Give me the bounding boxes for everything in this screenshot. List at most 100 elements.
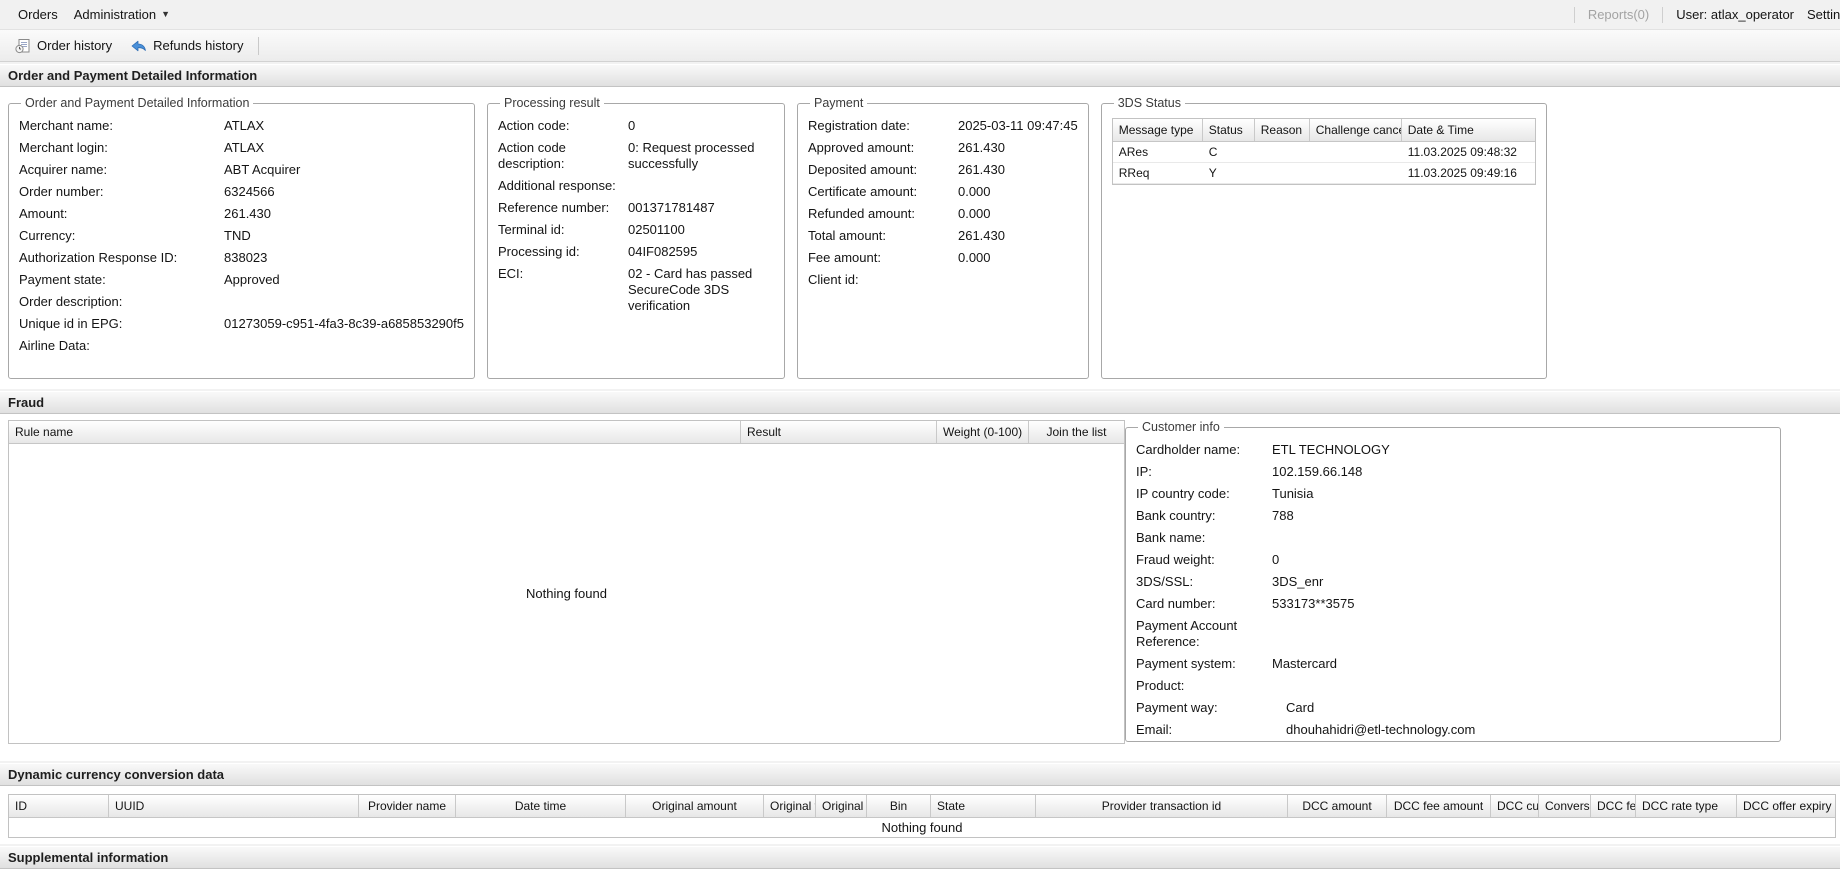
field-label: Action code: <box>497 118 570 133</box>
column-header[interactable]: ID <box>9 795 109 817</box>
empty-state-text: Nothing found <box>881 820 963 835</box>
field-row: Bank name: <box>1136 530 1770 546</box>
column-header[interactable]: Original amount <box>626 795 764 817</box>
field-row: Reference number: 001371781487 <box>498 200 774 216</box>
field-value: 02 - Card has passed SecureCode 3DS veri… <box>627 266 753 313</box>
processing-result-legend: Processing result <box>503 96 600 110</box>
field-row: Merchant login: ATLAX <box>19 140 464 156</box>
user-label: User: atlax_operator <box>1676 7 1795 22</box>
column-header[interactable]: Original c <box>816 795 867 817</box>
column-header[interactable]: Challenge cancel <box>1310 119 1402 141</box>
column-header[interactable]: Provider transaction id <box>1036 795 1288 817</box>
cell-status: Y <box>1208 166 1217 180</box>
toolbar-separator <box>258 36 260 55</box>
column-header[interactable]: Provider name <box>359 795 456 817</box>
field-label: Fee amount: <box>807 250 881 265</box>
refund-arrow-icon <box>130 39 147 53</box>
field-label: Reference number: <box>497 200 610 215</box>
field-value: ATLAX <box>224 140 265 155</box>
menu-administration[interactable]: Administration ▼ <box>66 3 178 26</box>
fraud-table-body: Nothing found <box>9 444 1124 743</box>
field-value: 0: Request processed successfully <box>627 140 755 171</box>
column-header[interactable]: DCC curr <box>1491 795 1539 817</box>
column-header[interactable]: DCC offer expiry <box>1737 795 1835 817</box>
field-row: Registration date: 2025-03-11 09:47:45 <box>808 118 1078 134</box>
field-label: Unique id in EPG: <box>19 316 123 331</box>
field-label: IP: <box>1136 464 1152 479</box>
column-header[interactable]: Join the list <box>1029 421 1124 443</box>
column-header[interactable]: Bin <box>867 795 931 817</box>
field-value: TND <box>224 228 251 243</box>
section-title: Order and Payment Detailed Information <box>8 68 258 83</box>
field-label: Merchant name: <box>19 118 113 133</box>
field-value: 788 <box>1272 508 1294 523</box>
field-value <box>958 272 1078 288</box>
field-label: Amount: <box>19 206 68 221</box>
field-value: Mastercard <box>1272 656 1338 671</box>
field-value <box>1272 530 1770 546</box>
field-row: Product: <box>1136 678 1770 694</box>
field-label: Deposited amount: <box>807 162 918 177</box>
column-header[interactable]: DCC amount <box>1288 795 1387 817</box>
field-value <box>628 178 774 194</box>
field-value: 261.430 <box>957 140 1005 155</box>
column-header[interactable]: Message type <box>1113 119 1203 141</box>
field-value <box>224 338 464 354</box>
menu-orders[interactable]: Orders <box>10 3 66 26</box>
menu-settings[interactable]: Settings <box>1807 7 1840 22</box>
column-header[interactable]: UUID <box>109 795 359 817</box>
field-label: Action code description: <box>497 140 566 171</box>
cell-challenge-cancel <box>1310 142 1402 162</box>
cell-message-type: RReq <box>1118 166 1150 180</box>
field-label: Authorization Response ID: <box>19 250 178 265</box>
column-header[interactable]: Weight (0-100) <box>937 421 1029 443</box>
column-header[interactable]: Status <box>1203 119 1255 141</box>
field-label: Order description: <box>19 294 123 309</box>
field-label: Bank name: <box>1136 530 1206 545</box>
cell-date-time: 11.03.2025 09:49:16 <box>1407 166 1517 180</box>
field-row: Client id: <box>808 272 1078 288</box>
field-label: Approved amount: <box>807 140 915 155</box>
refunds-history-button[interactable]: Refunds history <box>121 35 252 56</box>
customer-info-panel: Customer info Cardholder name: ETL TECHN… <box>1125 420 1781 742</box>
column-header[interactable]: Date & Time <box>1402 119 1535 141</box>
menu-reports[interactable]: Reports(0) <box>1588 7 1649 22</box>
column-header[interactable]: DCC fee <box>1591 795 1636 817</box>
field-value <box>1272 618 1770 650</box>
field-row: Refunded amount: 0.000 <box>808 206 1078 222</box>
dcc-section-header: Dynamic currency conversion data <box>0 763 1840 786</box>
menu-separator <box>1573 6 1575 23</box>
column-header[interactable]: Result <box>741 421 937 443</box>
menu-bar: Orders Administration ▼ Reports(0) User:… <box>0 0 1840 30</box>
column-header[interactable]: DCC fee amount <box>1387 795 1491 817</box>
field-row: Authorization Response ID: 838023 <box>19 250 464 266</box>
three-ds-table: Message type Status Reason Challenge can… <box>1111 118 1536 185</box>
field-value: 533173**3575 <box>1272 596 1355 611</box>
table-row[interactable]: RReq Y 11.03.2025 09:49:16 <box>1112 163 1535 184</box>
three-ds-status-panel: 3DS Status Message type Status Reason Ch… <box>1100 96 1547 379</box>
column-header[interactable]: Date time <box>456 795 626 817</box>
field-label: Additional response: <box>497 178 616 193</box>
field-value: 0.000 <box>957 250 991 265</box>
order-details-legend: Order and Payment Detailed Information <box>25 96 250 110</box>
table-row[interactable]: ARes C 11.03.2025 09:48:32 <box>1112 142 1535 163</box>
cell-reason <box>1255 163 1310 183</box>
field-value: 838023 <box>224 250 268 265</box>
field-row: Currency: TND <box>19 228 464 244</box>
order-history-button[interactable]: Order history <box>6 35 121 57</box>
column-header[interactable]: State <box>931 795 1036 817</box>
column-header[interactable]: Reason <box>1255 119 1310 141</box>
field-value: 261.430 <box>224 206 271 221</box>
field-value: 0.000 <box>957 184 991 199</box>
column-header[interactable]: Rule name <box>9 421 741 443</box>
field-row: Total amount: 261.430 <box>808 228 1078 244</box>
cell-date-time: 11.03.2025 09:48:32 <box>1407 145 1517 159</box>
column-header[interactable]: Original f <box>764 795 816 817</box>
field-label: Email: <box>1136 722 1173 737</box>
field-value: Approved <box>224 272 280 287</box>
menu-orders-label: Orders <box>18 7 58 22</box>
toolbar: Order history Refunds history <box>0 30 1840 62</box>
field-row: Payment way: Card <box>1136 700 1770 716</box>
column-header[interactable]: Conversi <box>1539 795 1591 817</box>
column-header[interactable]: DCC rate type <box>1636 795 1737 817</box>
